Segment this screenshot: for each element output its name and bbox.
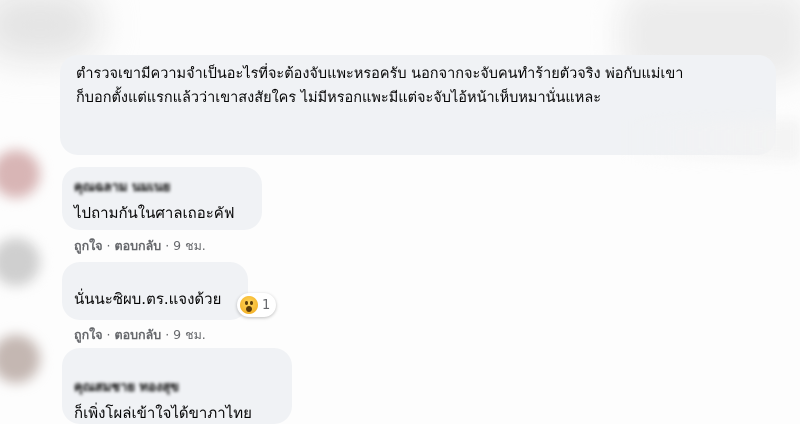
avatar[interactable] [0,150,40,198]
comment-actions: ถูกใจ · ตอบกลับ · 9 ชม. [74,325,206,345]
comment-actions: ถูกใจ · ตอบกลับ · 9 ชม. [74,236,206,256]
reaction-count: 1 [262,297,271,313]
like-button[interactable]: ถูกใจ [74,327,103,342]
comment-thread: ตำรวจเขามีความจำเป็นอะไรที่จะต้องจับแพะห… [0,0,800,424]
comment-timestamp[interactable]: · 9 ชม. [161,238,206,253]
comment-text: ไปถามกันในศาลเถอะคัฟ [74,204,235,222]
avatar[interactable] [0,335,40,383]
separator: · [102,238,115,253]
comment-author[interactable]: คุณฉลาม นมเนย [74,176,170,197]
comment-text: ก็เพิ่งโผล่เข้าใจได้ขาภาไทย [74,404,252,422]
wow-reaction-icon [240,296,258,314]
like-button[interactable]: ถูกใจ [74,238,103,253]
comment-text: นั่นนะซิผบ.ตร.แจงด้วย [74,290,222,308]
main-comment-line-2: ก็บอกตั้งแต่แรกแล้วว่าเขาสงสัยใคร ไม่มีห… [76,90,601,106]
main-comment-text: ตำรวจเขามีความจำเป็นอะไรที่จะต้องจับแพะห… [76,62,766,110]
reply-button[interactable]: ตอบกลับ [115,238,162,253]
reply-button[interactable]: ตอบกลับ [115,327,162,342]
comment-author[interactable]: คุณสมชาย ทองสุข [74,376,179,397]
main-comment-line-1: ตำรวจเขามีความจำเป็นอะไรที่จะต้องจับแพะห… [76,66,684,82]
blurred-background [0,0,100,60]
avatar[interactable] [0,238,40,286]
reaction-summary[interactable]: 1 [237,293,277,317]
separator: · [102,327,115,342]
blurred-background [620,120,800,160]
comment-timestamp[interactable]: · 9 ชม. [161,327,206,342]
